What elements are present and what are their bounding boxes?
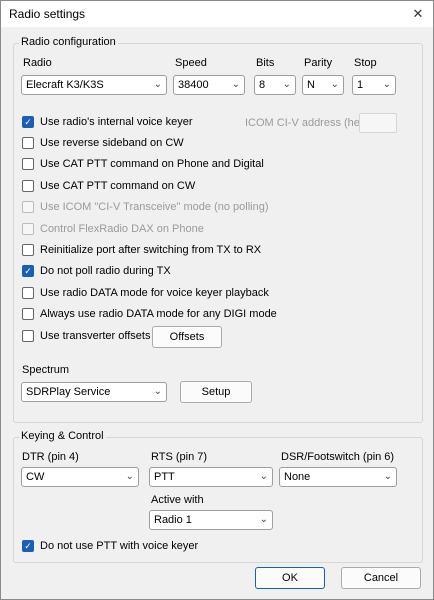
ok-button[interactable]: OK: [255, 567, 325, 589]
checkbox-checked-icon: ✓: [22, 265, 34, 277]
opt-reverse-sideband-cw[interactable]: Use reverse sideband on CW: [22, 135, 184, 151]
radio-select[interactable]: Elecraft K3/K3S ⌄: [21, 75, 167, 95]
icom-address-label: ICOM CI-V address (hex): [245, 117, 370, 129]
chevron-down-icon: ⌄: [259, 471, 268, 482]
opt-cat-ptt-phone-digital[interactable]: Use CAT PTT command on Phone and Digital: [22, 156, 264, 172]
chevron-down-icon: ⌄: [282, 79, 291, 90]
dtr-label: DTR (pin 4): [22, 451, 79, 463]
checkbox-icon: [22, 330, 34, 342]
opt-transverter-offsets[interactable]: Use transverter offsets: [22, 328, 150, 344]
chevron-down-icon: ⌄: [231, 79, 240, 90]
opt-reinitialize-port[interactable]: Reinitialize port after switching from T…: [22, 242, 261, 258]
parity-label: Parity: [304, 57, 333, 69]
checkbox-icon: [22, 308, 34, 320]
opt-internal-voice-keyer[interactable]: ✓ Use radio's internal voice keyer: [22, 114, 193, 130]
chevron-down-icon: ⌄: [330, 79, 339, 90]
stop-label: Stop: [354, 57, 377, 69]
stop-select[interactable]: 1 ⌄: [352, 75, 396, 95]
checkbox-disabled-icon: [22, 223, 34, 235]
opt-data-mode-digi[interactable]: Always use radio DATA mode for any DIGI …: [22, 306, 277, 322]
active-with-select[interactable]: Radio 1 ⌄: [149, 510, 273, 530]
checkbox-icon: [22, 158, 34, 170]
spectrum-label: Spectrum: [22, 364, 70, 376]
opt-cat-ptt-cw[interactable]: Use CAT PTT command on CW: [22, 178, 195, 194]
chevron-down-icon: ⌄: [125, 471, 134, 482]
bits-select[interactable]: 8 ⌄: [254, 75, 296, 95]
keying-control-label: Keying & Control: [19, 430, 106, 442]
opt-data-mode-voice-keyer[interactable]: Use radio DATA mode for voice keyer play…: [22, 285, 269, 301]
dsr-select[interactable]: None ⌄: [279, 467, 397, 487]
active-with-label: Active with: [151, 494, 204, 506]
chevron-down-icon: ⌄: [153, 79, 162, 90]
offsets-button[interactable]: Offsets: [152, 326, 222, 348]
cancel-button[interactable]: Cancel: [341, 567, 421, 589]
title-bar: Radio settings ✕: [1, 1, 433, 27]
spectrum-select[interactable]: SDRPlay Service ⌄: [21, 382, 167, 402]
opt-icom-civ-transceive: Use ICOM "CI-V Transceive" mode (no poll…: [22, 199, 269, 215]
chevron-down-icon: ⌄: [153, 386, 162, 397]
rts-label: RTS (pin 7): [151, 451, 208, 463]
icom-address-input[interactable]: [359, 113, 397, 133]
rts-select[interactable]: PTT ⌄: [149, 467, 273, 487]
checkbox-icon: [22, 180, 34, 192]
chevron-down-icon: ⌄: [383, 471, 392, 482]
radio-label: Radio: [23, 57, 52, 69]
opt-no-poll-tx[interactable]: ✓ Do not poll radio during TX: [22, 263, 171, 279]
close-icon[interactable]: ✕: [409, 5, 427, 23]
window-title: Radio settings: [9, 7, 86, 21]
spectrum-setup-button[interactable]: Setup: [180, 381, 252, 403]
checkbox-icon: [22, 137, 34, 149]
checkbox-disabled-icon: [22, 201, 34, 213]
checkbox-checked-icon: ✓: [22, 116, 34, 128]
checkbox-icon: [22, 244, 34, 256]
speed-label: Speed: [175, 57, 207, 69]
dsr-label: DSR/Footswitch (pin 6): [281, 451, 395, 463]
bits-label: Bits: [256, 57, 275, 69]
parity-select[interactable]: N ⌄: [302, 75, 344, 95]
checkbox-checked-icon: ✓: [22, 540, 34, 552]
checkbox-icon: [22, 287, 34, 299]
speed-select[interactable]: 38400 ⌄: [173, 75, 245, 95]
opt-no-ptt-voice-keyer[interactable]: ✓ Do not use PTT with voice keyer: [22, 538, 198, 554]
radio-configuration-label: Radio configuration: [19, 36, 118, 48]
chevron-down-icon: ⌄: [382, 79, 391, 90]
radio-settings-dialog: Radio settings ✕ Radio configuration Rad…: [0, 0, 434, 600]
chevron-down-icon: ⌄: [259, 514, 268, 525]
opt-flexradio-dax: Control FlexRadio DAX on Phone: [22, 221, 204, 237]
dtr-select[interactable]: CW ⌄: [21, 467, 139, 487]
